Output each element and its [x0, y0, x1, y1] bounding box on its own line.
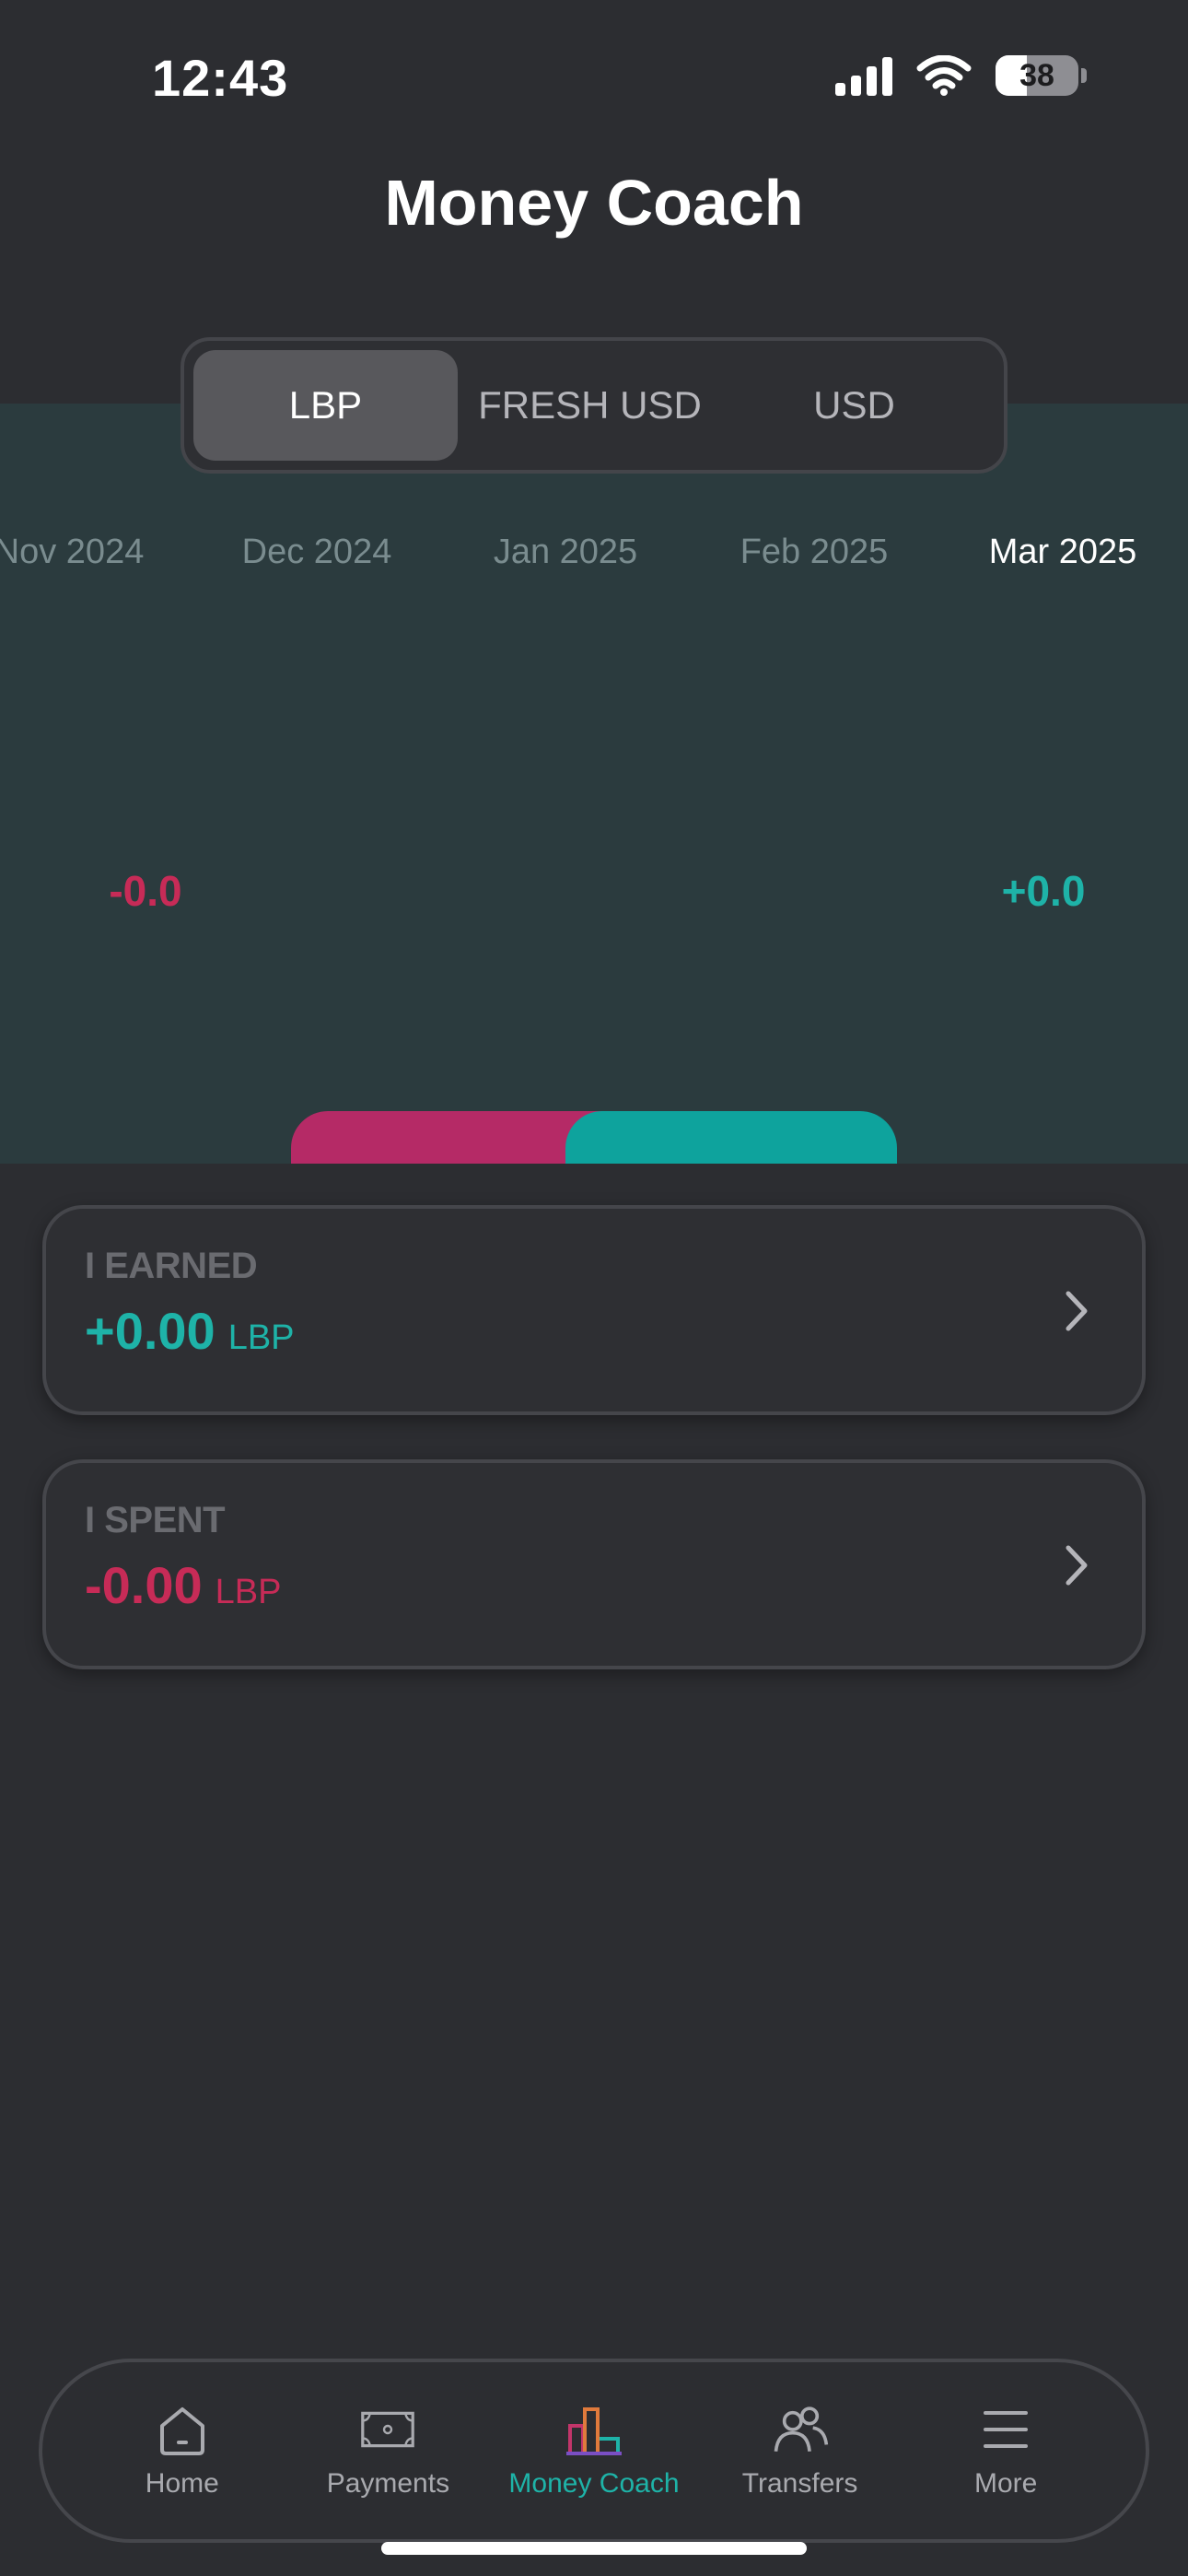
status-bar: 12:43 38: [0, 0, 1188, 157]
month-jan-2025[interactable]: Jan 2025: [494, 533, 637, 572]
page-title: Money Coach: [384, 167, 804, 239]
spent-currency: LBP: [215, 1573, 282, 1611]
tab-money-coach-label: Money Coach: [508, 2468, 680, 2499]
status-time: 12:43: [152, 49, 289, 107]
chart-spent-value: -0.0: [109, 867, 182, 915]
tab-more[interactable]: More: [914, 2402, 1098, 2500]
tab-payments[interactable]: Payments: [296, 2402, 480, 2500]
tab-money-coach[interactable]: Money Coach: [502, 2402, 686, 2500]
users-icon: [774, 2406, 828, 2452]
currency-segmented-control: LBP FRESH USD USD: [181, 337, 1007, 474]
menu-icon: [984, 2411, 1029, 2448]
chevron-right-icon: [1066, 1545, 1088, 1586]
segment-fresh-usd[interactable]: FRESH USD: [458, 350, 722, 461]
tab-transfers-label: Transfers: [741, 2468, 858, 2499]
tab-home-label: Home: [145, 2468, 219, 2499]
chevron-right-icon: [1066, 1291, 1088, 1331]
month-dec-2024[interactable]: Dec 2024: [242, 533, 392, 572]
wifi-icon: [916, 55, 972, 96]
month-feb-2025[interactable]: Feb 2025: [740, 533, 889, 572]
spent-card[interactable]: I SPENT -0.00 LBP: [42, 1459, 1146, 1669]
chart-panel: [0, 404, 1188, 1164]
bar-chart-icon: [565, 2407, 622, 2455]
earned-amount: +0.00 LBP: [85, 1301, 295, 1361]
tab-transfers[interactable]: Transfers: [708, 2402, 892, 2500]
segment-lbp[interactable]: LBP: [193, 350, 458, 461]
spent-amount: -0.00 LBP: [85, 1555, 281, 1615]
tab-home[interactable]: Home: [90, 2402, 274, 2500]
home-icon: [159, 2407, 204, 2455]
tab-more-label: More: [973, 2468, 1038, 2499]
month-mar-2025[interactable]: Mar 2025: [989, 533, 1137, 572]
tab-payments-label: Payments: [326, 2468, 450, 2499]
home-indicator[interactable]: [381, 2542, 807, 2555]
earned-label: I EARNED: [85, 1246, 258, 1286]
tab-bar: Home Payments Money Coach Transfers More: [39, 2359, 1149, 2543]
spent-value: -0.00: [85, 1556, 203, 1614]
earned-card[interactable]: I EARNED +0.00 LBP: [42, 1205, 1146, 1415]
earned-currency: LBP: [227, 1318, 295, 1357]
cellular-signal-icon: [835, 55, 892, 96]
chart-earned-value: +0.0: [1001, 867, 1086, 915]
battery-level: 38: [1019, 57, 1054, 93]
status-icons: 38: [835, 55, 1087, 96]
spent-label: I SPENT: [85, 1500, 226, 1540]
earned-bar: [565, 1111, 897, 1164]
segment-usd[interactable]: USD: [722, 350, 986, 461]
month-nov-2024[interactable]: Nov 2024: [0, 533, 144, 572]
battery-icon: 38: [996, 55, 1078, 96]
earned-value: +0.00: [85, 1302, 215, 1360]
spent-bar: [291, 1111, 604, 1164]
banknote-icon: [361, 2411, 415, 2448]
